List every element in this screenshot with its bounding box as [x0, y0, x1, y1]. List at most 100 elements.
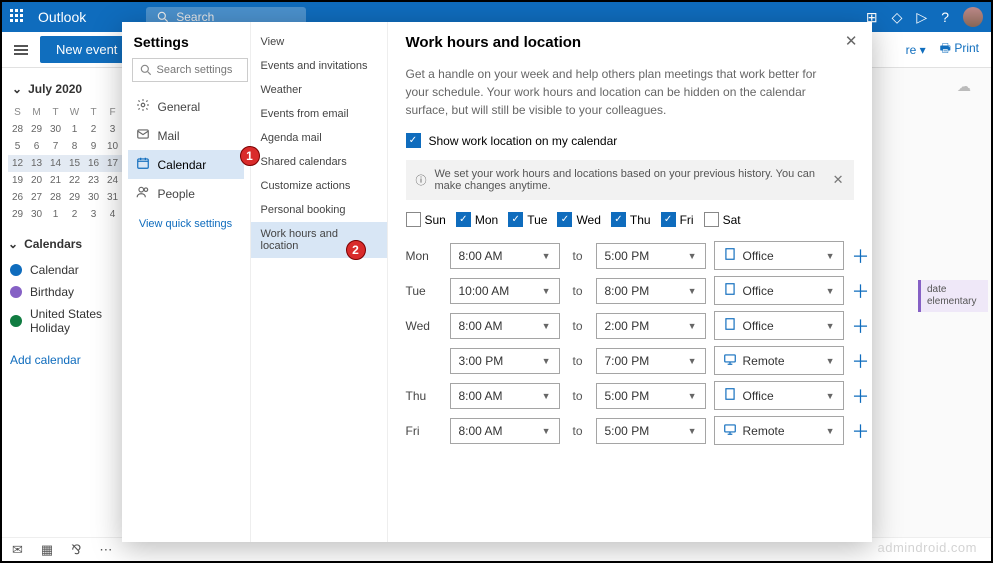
show-location-checkbox[interactable] [406, 133, 421, 148]
day-label: Fri [680, 213, 694, 227]
chevron-down-icon: ▼ [826, 251, 835, 261]
chevron-down-icon: ▼ [688, 356, 697, 366]
time-select[interactable]: 5:00 PM▼ [596, 243, 706, 269]
day-label: Wed [576, 213, 600, 227]
chevron-down-icon: ▼ [542, 251, 551, 261]
settings-nav-general[interactable]: General [128, 92, 244, 121]
watermark: admindroid.com [878, 540, 978, 555]
panel-heading: Work hours and location [406, 34, 854, 51]
time-select[interactable]: 8:00 AM▼ [450, 418, 560, 444]
settings-search[interactable]: Search settings [132, 58, 248, 82]
chevron-down-icon: ▼ [542, 286, 551, 296]
chevron-down-icon: ▼ [688, 251, 697, 261]
chevron-down-icon: ▼ [688, 391, 697, 401]
settings-sub-item[interactable]: Work hours and location [251, 222, 387, 258]
annotation-1: 1 [240, 146, 260, 166]
building-icon [723, 317, 737, 334]
monitor-icon [723, 422, 737, 439]
mail-icon [136, 127, 150, 144]
add-hours-icon[interactable]: ＋ [852, 418, 870, 444]
day-toggle-fri[interactable]: Fri [661, 212, 694, 227]
info-banner: ⓘ We set your work hours and locations b… [406, 160, 854, 200]
close-icon[interactable]: ✕ [845, 32, 858, 50]
checkbox-icon[interactable] [661, 212, 676, 227]
settings-sub-item[interactable]: Events from email [251, 102, 387, 126]
to-label: to [568, 354, 588, 368]
settings-sub-item[interactable]: Shared calendars [251, 150, 387, 174]
checkbox-icon[interactable] [456, 212, 471, 227]
chevron-down-icon: ▼ [542, 426, 551, 436]
checkbox-icon[interactable] [508, 212, 523, 227]
day-row-label: Wed [406, 319, 442, 333]
chevron-down-icon: ▼ [826, 356, 835, 366]
day-toggle-tue[interactable]: Tue [508, 212, 547, 227]
day-label: Sun [425, 213, 446, 227]
checkbox-icon[interactable] [557, 212, 572, 227]
add-hours-icon[interactable]: ＋ [852, 348, 870, 374]
checkbox-icon[interactable] [704, 212, 719, 227]
chevron-down-icon: ▼ [826, 286, 835, 296]
checkbox-icon[interactable] [611, 212, 626, 227]
to-label: to [568, 284, 588, 298]
add-hours-icon[interactable]: ＋ [852, 278, 870, 304]
settings-sub-item[interactable]: Personal booking [251, 198, 387, 222]
location-select[interactable]: Office▼ [714, 241, 844, 270]
settings-nav-label: General [158, 100, 201, 114]
time-select[interactable]: 8:00 AM▼ [450, 383, 560, 409]
chevron-down-icon: ▼ [542, 321, 551, 331]
to-label: to [568, 249, 588, 263]
settings-overlay: Settings Search settings GeneralMailCale… [2, 2, 991, 561]
time-select[interactable]: 5:00 PM▼ [596, 383, 706, 409]
time-select[interactable]: 3:00 PM▼ [450, 348, 560, 374]
add-hours-icon[interactable]: ＋ [852, 383, 870, 409]
chevron-down-icon: ▼ [542, 356, 551, 366]
gear-icon [136, 98, 150, 115]
location-select[interactable]: Remote▼ [714, 416, 844, 445]
settings-sub-item[interactable]: Customize actions [251, 174, 387, 198]
add-hours-icon[interactable]: ＋ [852, 313, 870, 339]
settings-sub-item[interactable]: Agenda mail [251, 126, 387, 150]
day-row-label: Fri [406, 424, 442, 438]
location-select[interactable]: Office▼ [714, 276, 844, 305]
time-select[interactable]: 7:00 PM▼ [596, 348, 706, 374]
chevron-down-icon: ▼ [826, 391, 835, 401]
add-hours-icon[interactable]: ＋ [852, 243, 870, 269]
settings-nav-mail[interactable]: Mail [128, 121, 244, 150]
info-icon: ⓘ [416, 172, 427, 188]
location-select[interactable]: Office▼ [714, 311, 844, 340]
day-toggle-wed[interactable]: Wed [557, 212, 600, 227]
time-select[interactable]: 8:00 PM▼ [596, 278, 706, 304]
settings-dialog: Settings Search settings GeneralMailCale… [122, 22, 872, 542]
day-toggle-sun[interactable]: Sun [406, 212, 446, 227]
day-row-label: Mon [406, 249, 442, 263]
day-toggle-sat[interactable]: Sat [704, 212, 741, 227]
view-quick-settings-link[interactable]: View quick settings [128, 218, 244, 230]
location-select[interactable]: Office▼ [714, 381, 844, 410]
time-select[interactable]: 8:00 AM▼ [450, 313, 560, 339]
settings-nav-calendar[interactable]: Calendar [128, 150, 244, 179]
location-select[interactable]: Remote▼ [714, 346, 844, 375]
time-select[interactable]: 2:00 PM▼ [596, 313, 706, 339]
time-select[interactable]: 5:00 PM▼ [596, 418, 706, 444]
people-icon [136, 185, 150, 202]
building-icon [723, 387, 737, 404]
settings-sub-item[interactable]: View [251, 30, 387, 54]
panel-description: Get a handle on your week and help other… [406, 65, 854, 119]
settings-sub-item[interactable]: Weather [251, 78, 387, 102]
chevron-down-icon: ▼ [826, 321, 835, 331]
chevron-down-icon: ▼ [688, 286, 697, 296]
dismiss-info-icon[interactable]: ✕ [833, 172, 844, 188]
day-label: Sat [723, 213, 741, 227]
cal-icon [136, 156, 150, 173]
settings-nav-people[interactable]: People [128, 179, 244, 208]
checkbox-icon[interactable] [406, 212, 421, 227]
chevron-down-icon: ▼ [688, 321, 697, 331]
to-label: to [568, 319, 588, 333]
settings-sub-item[interactable]: Events and invitations [251, 54, 387, 78]
annotation-2: 2 [346, 240, 366, 260]
day-toggle-thu[interactable]: Thu [611, 212, 651, 227]
time-select[interactable]: 10:00 AM▼ [450, 278, 560, 304]
show-location-label: Show work location on my calendar [429, 134, 618, 148]
day-toggle-mon[interactable]: Mon [456, 212, 498, 227]
time-select[interactable]: 8:00 AM▼ [450, 243, 560, 269]
